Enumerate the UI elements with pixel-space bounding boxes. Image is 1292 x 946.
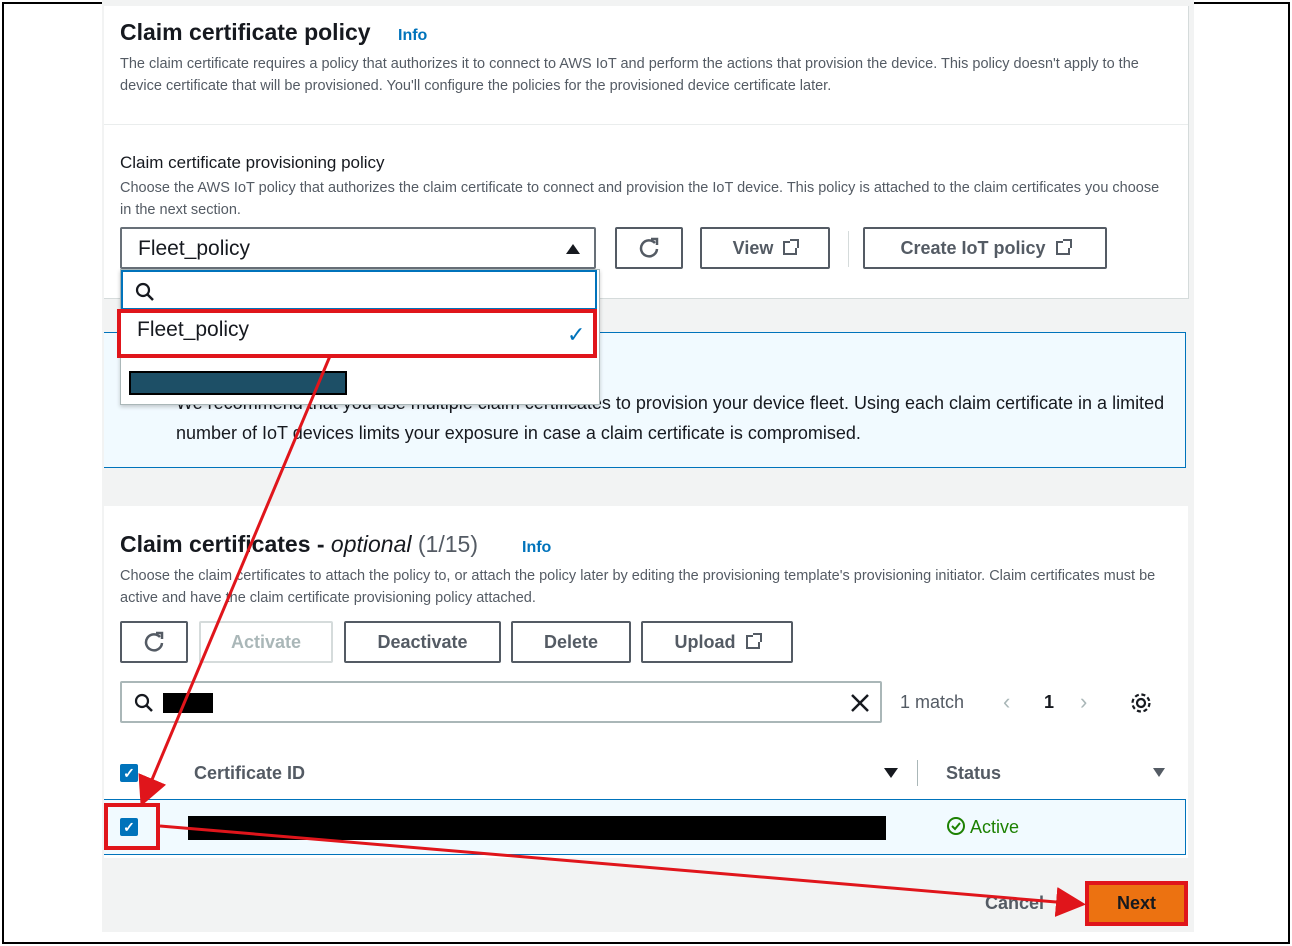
- external-link-icon: [1055, 239, 1072, 255]
- create-iot-policy-button[interactable]: Create IoT policy: [863, 227, 1107, 269]
- certificates-info-link[interactable]: Info: [522, 539, 551, 557]
- provisioning-policy-description: Choose the AWS IoT policy that authorize…: [120, 180, 1160, 218]
- policy-section-description: The claim certificate requires a policy …: [120, 56, 1139, 94]
- refresh-icon: [639, 237, 659, 258]
- selection-count: (1/15): [417, 531, 478, 557]
- external-link-icon: [745, 633, 762, 649]
- settings-gear-icon[interactable]: [1130, 692, 1152, 714]
- refresh-icon: [144, 631, 164, 652]
- policy-section-title: Claim certificate policy: [120, 19, 371, 45]
- policy-select-value: Fleet_policy: [138, 237, 251, 260]
- dropdown-option-redacted[interactable]: [129, 371, 347, 395]
- column-header-certificate-id[interactable]: Certificate ID: [194, 763, 305, 784]
- upload-button[interactable]: Upload: [641, 621, 793, 663]
- sort-icon[interactable]: [1153, 768, 1165, 777]
- certificates-section-title: Claim certificates - optional (1/15): [120, 531, 478, 558]
- certificates-description: Choose the claim certificates to attach …: [120, 568, 1156, 606]
- activate-button[interactable]: Activate: [199, 621, 333, 663]
- cancel-button[interactable]: Cancel: [985, 893, 1044, 914]
- clear-search-icon[interactable]: [850, 693, 870, 713]
- prev-page-icon[interactable]: ‹: [1003, 689, 1010, 715]
- toolbar-separator: [848, 231, 849, 267]
- policy-info-link[interactable]: Info: [398, 27, 427, 45]
- delete-button[interactable]: Delete: [511, 621, 631, 663]
- highlight-box-option: [117, 309, 597, 358]
- deactivate-button[interactable]: Deactivate: [344, 621, 501, 663]
- select-all-checkbox[interactable]: ✓: [120, 764, 138, 782]
- view-policy-label: View: [732, 237, 774, 258]
- status-badge: Active: [946, 816, 1019, 838]
- search-icon: [134, 693, 153, 712]
- caret-up-icon: [566, 244, 580, 254]
- redacted-certificate-id: [188, 816, 886, 840]
- highlight-box-checkbox: [104, 803, 160, 850]
- certificates-title-text: Claim certificates -: [120, 531, 325, 557]
- search-icon: [135, 282, 154, 301]
- policy-select[interactable]: Fleet_policy: [120, 227, 596, 269]
- check-circle-icon: [947, 817, 965, 835]
- external-link-icon: [783, 239, 800, 255]
- next-page-icon[interactable]: ›: [1080, 689, 1087, 715]
- current-page[interactable]: 1: [1044, 692, 1054, 713]
- upload-label: Upload: [674, 631, 736, 652]
- refresh-policy-button[interactable]: [615, 227, 683, 269]
- optional-label: optional: [330, 531, 412, 557]
- column-header-status[interactable]: Status: [946, 763, 1001, 784]
- view-policy-button[interactable]: View: [700, 227, 830, 269]
- dropdown-search-input[interactable]: [121, 270, 597, 310]
- status-text: Active: [970, 817, 1020, 837]
- column-divider: [917, 760, 918, 786]
- section-divider: [104, 124, 1188, 125]
- create-iot-policy-label: Create IoT policy: [900, 237, 1046, 258]
- next-button[interactable]: Next: [1085, 881, 1188, 926]
- redacted-search-text: [163, 693, 213, 713]
- certificate-search-input[interactable]: [120, 681, 882, 723]
- refresh-certificates-button[interactable]: [120, 621, 188, 663]
- provisioning-policy-label: Claim certificate provisioning policy: [120, 153, 385, 172]
- sort-down-icon[interactable]: [884, 768, 898, 778]
- match-count: 1 match: [900, 692, 965, 712]
